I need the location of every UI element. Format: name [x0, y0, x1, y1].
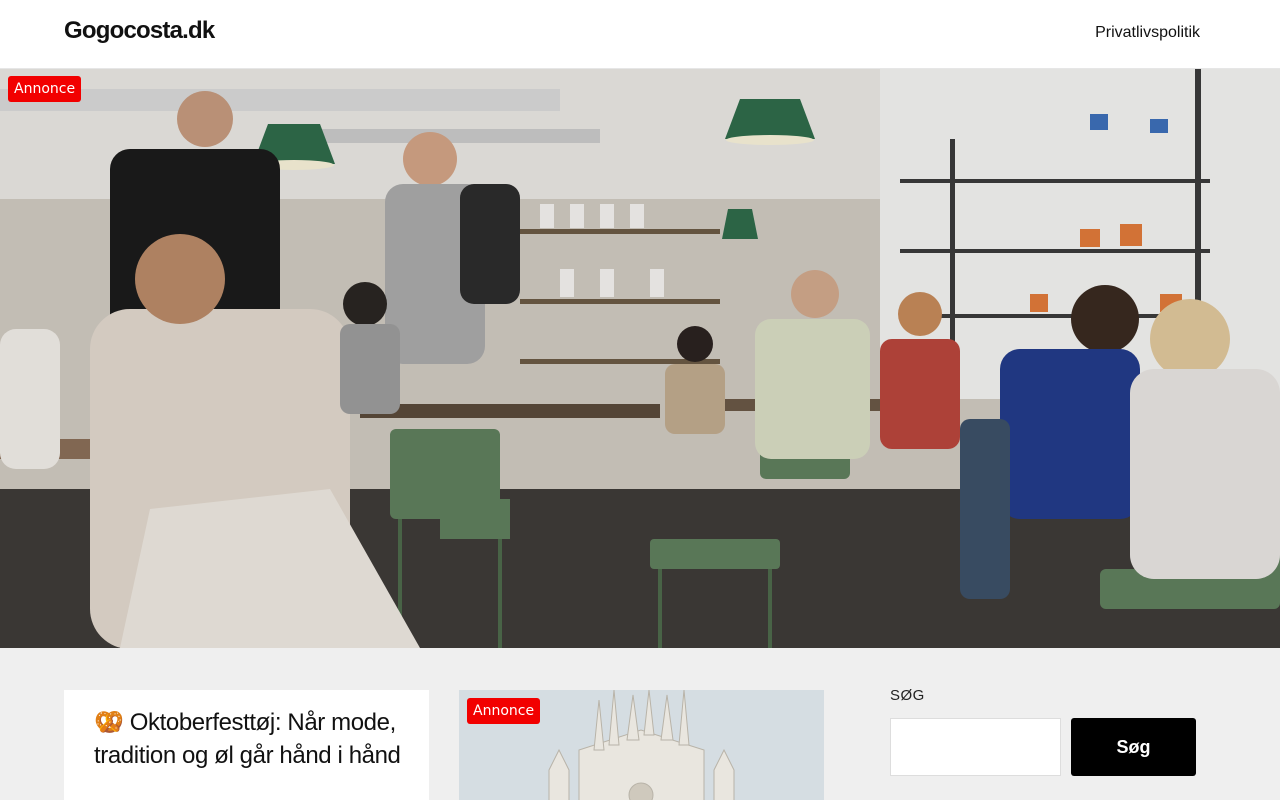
ad-badge: Annonce	[8, 76, 82, 102]
post-card[interactable]: 🥨 Oktoberfesttøj: Når mode, tradition og…	[64, 690, 429, 800]
hero-image[interactable]: Annonce	[0, 69, 1280, 648]
post-title[interactable]: 🥨 Oktoberfesttøj: Når mode, tradition og…	[94, 706, 404, 772]
nav-link-privatlivspolitik[interactable]: Privatlivspolitik	[1095, 24, 1200, 42]
post-card-image[interactable]: Annonce	[459, 690, 824, 800]
site-title-link[interactable]: Gogocosta.dk	[64, 17, 215, 45]
search-button[interactable]: Søg	[1071, 718, 1196, 776]
ad-badge: Annonce	[467, 698, 541, 724]
search-input[interactable]	[890, 718, 1061, 776]
cafe-scene-illustration	[0, 69, 1280, 648]
search-label: SØG	[890, 687, 925, 704]
site-header: Gogocosta.dk Privatlivspolitik	[0, 0, 1280, 69]
